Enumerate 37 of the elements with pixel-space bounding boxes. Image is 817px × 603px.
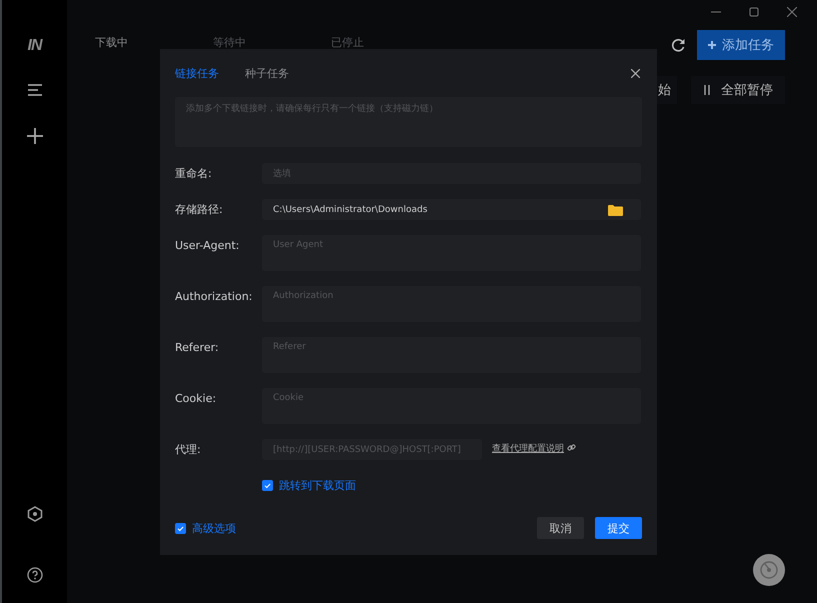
field-label: Cookie: [175,391,218,407]
refresh-icon[interactable] [671,38,685,52]
field-label: Authorization: [175,289,254,305]
app-logo: IN [28,36,42,56]
folder-icon [608,204,623,216]
link-icon [567,443,576,452]
close-icon[interactable] [787,7,797,17]
submit-button[interactable]: 提交 [595,517,642,539]
plus-icon [708,41,716,49]
field-label: Referer: [175,340,220,356]
cancel-button[interactable]: 取消 [537,517,584,539]
checkbox[interactable] [175,522,186,534]
path-field[interactable]: C:\Users\Administrator\Downloads [262,199,641,220]
status-tab[interactable]: 等待中 [213,36,246,49]
menu-icon[interactable] [26,83,42,97]
pause-all-button[interactable]: 全部暂停 [691,76,785,104]
status-tab[interactable]: 已停止 [331,36,364,49]
plus-icon[interactable] [26,128,42,144]
field-label: 存储路径: [175,202,224,218]
add-task-button[interactable]: 添加任务 [697,30,785,60]
checkbox-label[interactable]: 高级选项 [192,520,236,536]
help-icon[interactable] [26,567,42,583]
path-value: C:\Users\Administrator\Downloads [273,204,428,214]
checkbox[interactable] [262,480,273,491]
dialog-tab[interactable]: 种子任务 [245,66,289,80]
maximize-icon[interactable] [749,7,759,17]
status-tab[interactable]: 下载中 [95,36,128,49]
close-icon[interactable] [631,68,640,78]
pause-icon [703,85,711,95]
field-label: 代理: [175,442,202,458]
hexagon-icon[interactable] [26,506,42,522]
field-label: 重命名: [175,166,213,182]
field-label: User-Agent: [175,238,240,254]
help-link[interactable]: 查看代理配置说明 [492,439,564,460]
disc-icon[interactable] [753,554,785,586]
dialog-tab[interactable]: 链接任务 [175,66,219,80]
checkbox-label[interactable]: 跳转到下载页面 [279,478,356,493]
